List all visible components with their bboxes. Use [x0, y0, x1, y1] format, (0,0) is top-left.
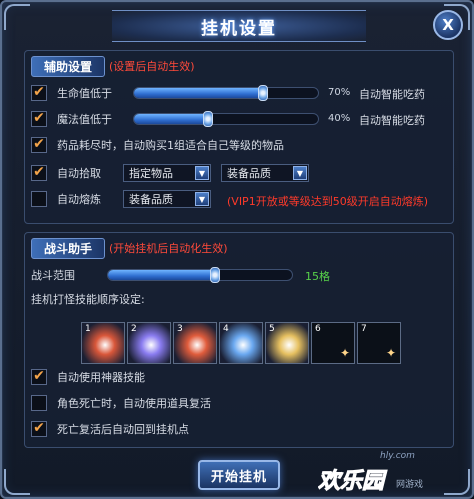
- skill-slot-number: 6: [315, 324, 321, 334]
- battle-range-label: 战斗范围: [31, 269, 75, 282]
- battle-range-value: 15格: [305, 270, 330, 283]
- mp-percent: 40%: [328, 113, 351, 124]
- smelt-row: 自动熔炼: [31, 189, 101, 209]
- mp-label: 魔法值低于: [57, 113, 112, 126]
- skill-slot-7[interactable]: ✦ 7: [357, 322, 401, 364]
- hp-slider-handle[interactable]: [257, 85, 268, 101]
- skill-slot-number: 2: [131, 324, 137, 334]
- artifact-row: ✔ 自动使用神器技能: [31, 367, 145, 387]
- skill-slot-number: 3: [177, 324, 183, 334]
- pickup-item-select-value: 指定物品: [129, 167, 173, 180]
- chevron-down-icon[interactable]: ▼: [195, 166, 209, 180]
- artifact-checkbox[interactable]: ✔: [31, 368, 47, 385]
- frame-corner: [4, 4, 30, 30]
- chevron-down-icon[interactable]: ▼: [293, 166, 307, 180]
- frame-corner: [444, 469, 470, 495]
- smelt-checkbox[interactable]: [31, 191, 47, 207]
- pickup-item-select[interactable]: 指定物品 ▼: [123, 164, 211, 182]
- potion-row: ✔ 药品耗尽时，自动购买1组适合自己等级的物品: [31, 135, 284, 155]
- revive-item-row: 角色死亡时，自动使用道具复活: [31, 393, 211, 413]
- artifact-label: 自动使用神器技能: [57, 371, 145, 384]
- section-note-battle: (开始挂机后自动化生效): [109, 242, 228, 255]
- hp-action: 自动智能吃药: [359, 88, 425, 101]
- mp-slider-handle[interactable]: [202, 111, 213, 127]
- smelt-quality-select-value: 装备品质: [129, 193, 173, 206]
- watermark-small: 网游戏: [396, 480, 424, 490]
- skill-slot-4[interactable]: 4: [219, 322, 263, 364]
- sparkle-icon: ✦: [385, 346, 396, 360]
- hp-percent: 70%: [328, 87, 351, 98]
- close-button[interactable]: X: [433, 10, 463, 40]
- mp-slider[interactable]: [133, 111, 319, 127]
- close-icon: X: [442, 16, 454, 34]
- skill-slot-6[interactable]: ✦ 6: [311, 322, 355, 364]
- battle-assistant-panel: 战斗助手 (开始挂机后自动化生效) 战斗范围 15格 挂机打怪技能顺序设定: 1…: [24, 232, 454, 448]
- battle-range-slider[interactable]: [107, 267, 293, 283]
- window-title: 挂机设置: [201, 18, 277, 39]
- smelt-vip-warning: (VIP1开放或等级达到50级开启自动熔炼): [227, 195, 428, 208]
- pickup-label: 自动拾取: [57, 167, 101, 180]
- skill-slot-number: 1: [85, 324, 91, 334]
- section-note-aux: (设置后自动生效): [109, 60, 195, 73]
- section-header: 辅助设置 (设置后自动生效): [31, 55, 195, 77]
- auxiliary-settings-panel: 辅助设置 (设置后自动生效) ✔ 生命值低于 70% 自动智能吃药 ✔ 魔法值低…: [24, 50, 454, 224]
- skill-slot-2[interactable]: 2: [127, 322, 171, 364]
- return-point-label: 死亡复活后自动回到挂机点: [57, 423, 189, 436]
- pickup-row: ✔ 自动拾取: [31, 163, 101, 183]
- revive-item-label: 角色死亡时，自动使用道具复活: [57, 397, 211, 410]
- watermark-logo-text: 欢乐园: [318, 469, 388, 494]
- sparkle-icon: ✦: [339, 346, 350, 360]
- skill-slot-number: 7: [361, 324, 367, 334]
- skill-order-label: 挂机打怪技能顺序设定:: [31, 293, 145, 306]
- pickup-quality-select-value: 装备品质: [227, 167, 271, 180]
- pickup-quality-select[interactable]: 装备品质 ▼: [221, 164, 309, 182]
- battle-range-handle[interactable]: [209, 267, 220, 283]
- return-point-row: ✔ 死亡复活后自动回到挂机点: [31, 419, 189, 439]
- mp-row: ✔ 魔法值低于: [31, 109, 112, 129]
- battle-range-fill: [108, 270, 215, 280]
- skill-slot-5[interactable]: 5: [265, 322, 309, 364]
- potion-label: 药品耗尽时，自动购买1组适合自己等级的物品: [57, 139, 284, 152]
- watermark-url: hly.com: [380, 451, 415, 461]
- return-point-checkbox[interactable]: ✔: [31, 420, 47, 437]
- skill-slot-number: 5: [269, 324, 275, 334]
- mp-slider-fill: [134, 114, 208, 124]
- section-header: 战斗助手 (开始挂机后自动化生效): [31, 237, 228, 259]
- frame-corner: [4, 469, 30, 495]
- smelt-label: 自动熔炼: [57, 193, 101, 206]
- hp-slider-fill: [134, 88, 263, 98]
- skill-slot-3[interactable]: 3: [173, 322, 217, 364]
- section-title-aux: 辅助设置: [31, 55, 106, 77]
- chevron-down-icon[interactable]: ▼: [195, 192, 209, 206]
- title-bar: 挂机设置: [112, 10, 366, 42]
- potion-checkbox[interactable]: ✔: [31, 136, 47, 153]
- hangup-settings-window: 挂机设置 X 辅助设置 (设置后自动生效) ✔ 生命值低于 70% 自动智能吃药…: [0, 0, 474, 499]
- mp-action: 自动智能吃药: [359, 114, 425, 127]
- revive-item-checkbox[interactable]: [31, 395, 47, 411]
- hp-slider[interactable]: [133, 85, 319, 101]
- smelt-quality-select[interactable]: 装备品质 ▼: [123, 190, 211, 208]
- skill-slot-1[interactable]: 1: [81, 322, 125, 364]
- hp-label: 生命值低于: [57, 87, 112, 100]
- pickup-checkbox[interactable]: ✔: [31, 164, 47, 181]
- start-hangup-button[interactable]: 开始挂机: [198, 460, 280, 490]
- section-title-battle: 战斗助手: [31, 237, 106, 259]
- mp-checkbox[interactable]: ✔: [31, 110, 47, 127]
- hp-checkbox[interactable]: ✔: [31, 84, 47, 101]
- skill-slot-number: 4: [223, 324, 229, 334]
- hp-row: ✔ 生命值低于: [31, 83, 112, 103]
